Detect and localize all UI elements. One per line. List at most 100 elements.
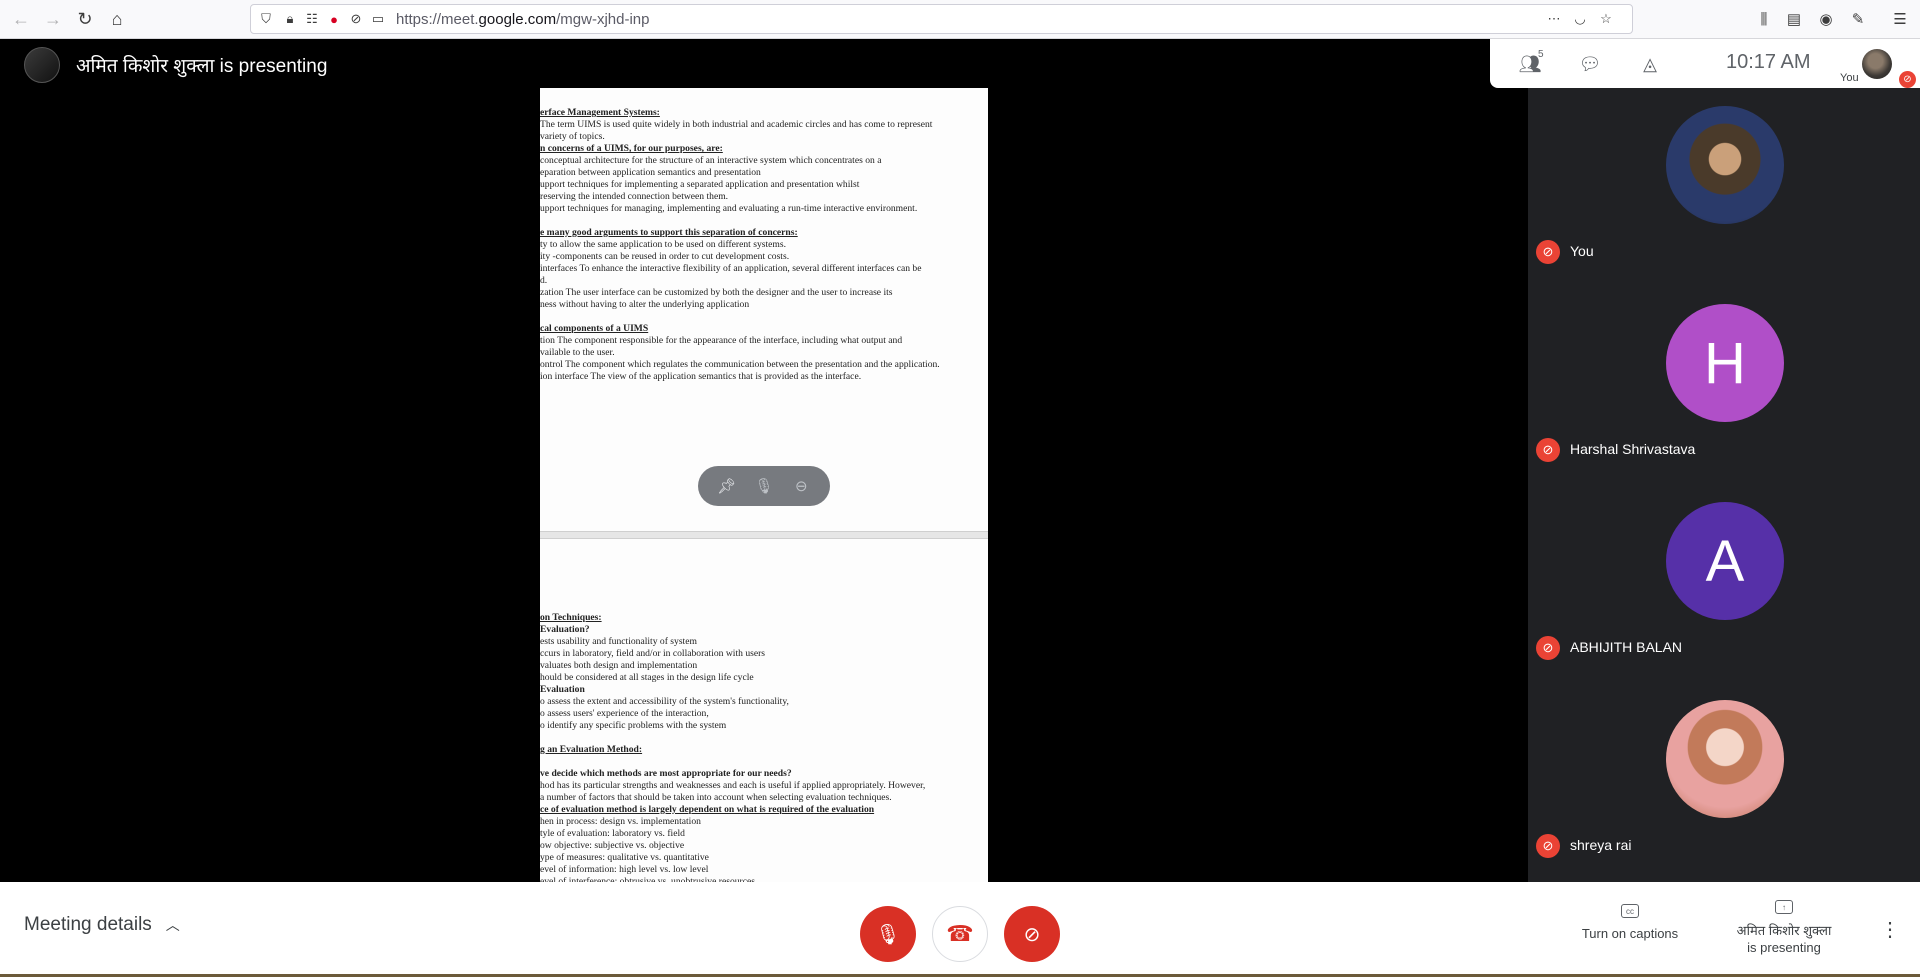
mic-off-icon: ⊘ (1536, 438, 1560, 462)
activities-icon[interactable]: ◬ (1636, 51, 1664, 77)
document-line: ow objective: subjective vs. objective (540, 840, 685, 851)
sidebar-icon[interactable]: ▤ (1782, 7, 1806, 31)
camera-off-icon: ⊘ (1023, 923, 1041, 946)
document-line: upport techniques for managing, implemen… (540, 203, 918, 214)
page-divider (540, 531, 988, 539)
remove-icon[interactable]: ⊖ (788, 473, 814, 499)
forward-icon[interactable]: → (40, 6, 66, 32)
bookmark-star-icon[interactable]: ☆ (1597, 10, 1615, 28)
document-line: o identify any specific problems with th… (540, 720, 727, 731)
shield-icon[interactable]: ⛉ (257, 10, 275, 28)
microphone-toggle-button[interactable]: 🎙︎ (860, 906, 916, 962)
present-label-line1: अमित किशोर शुक्ला (1736, 923, 1832, 938)
page-actions-icon[interactable]: ⋯ (1545, 10, 1563, 28)
microphone-icon[interactable]: ● (325, 10, 343, 28)
extension-icon[interactable]: ✎ (1846, 7, 1870, 31)
mic-off-icon: ⊘ (1899, 71, 1916, 88)
participant-tile[interactable]: ⊘ You (1528, 88, 1920, 286)
home-icon[interactable]: ⌂ (104, 6, 130, 32)
document-line: reserving the intended connection betwee… (540, 191, 729, 202)
document-line: ontrol The component which regulates the… (540, 359, 940, 370)
mic-off-icon: ⊘ (1536, 240, 1560, 264)
mic-off-icon: ⊘ (1536, 834, 1560, 858)
reload-icon[interactable]: ↻ (72, 6, 98, 32)
document-line: ty to allow the same application to be u… (540, 239, 787, 250)
pin-icon[interactable]: 📌︎ (714, 473, 740, 499)
self-view-label: You (1840, 72, 1859, 84)
document-line: e many good arguments to support this se… (540, 227, 798, 238)
document-line: ce of evaluation method is largely depen… (540, 804, 875, 815)
participant-avatar: A (1666, 502, 1784, 620)
url-bar[interactable]: ⛉ 🔒︎ ☷ ● ⊘ ▭ https://meet.google.com/mgw… (250, 4, 1633, 34)
participant-tile[interactable]: H ⊘ Harshal Shrivastava (1528, 286, 1920, 484)
camera-toggle-button[interactable]: ⊘ (1004, 906, 1060, 962)
meeting-details-button[interactable]: Meeting details ︿ (24, 914, 180, 936)
participant-avatar: H (1666, 304, 1784, 422)
document-line: on Techniques: (540, 612, 602, 623)
document-line: n concerns of a UIMS, for our purposes, … (540, 143, 723, 154)
chevron-up-icon: ︿ (165, 917, 180, 933)
notification-icon[interactable]: ▭ (369, 10, 387, 28)
document-line: o assess users' experience of the intera… (540, 708, 709, 719)
document-line: ion interface The view of the applicatio… (540, 371, 862, 382)
present-screen-icon: ↑ (1775, 900, 1793, 914)
document-line: hould be considered at all stages in the… (540, 672, 754, 683)
back-icon[interactable]: ← (8, 6, 34, 32)
pocket-icon[interactable]: ◡ (1571, 10, 1589, 28)
camera-blocked-icon[interactable]: ⊘ (347, 10, 365, 28)
participant-tile[interactable]: A ⊘ ABHIJITH BALAN (1528, 484, 1920, 682)
account-icon[interactable]: ◉ (1814, 7, 1838, 31)
document-line: ve decide which methods are most appropr… (540, 768, 792, 779)
mic-off-icon: ⊘ (1536, 636, 1560, 660)
leave-call-button[interactable]: ☎︎ (932, 906, 988, 962)
document-line: tyle of evaluation: laboratory vs. field (540, 828, 685, 839)
presenter-avatar (24, 47, 60, 83)
document-line: g an Evaluation Method: (540, 744, 643, 755)
document-line: The term UIMS is used quite widely in bo… (540, 119, 933, 130)
document-line: o assess the extent and accessibility of… (540, 696, 789, 707)
more-options-icon[interactable]: ⋮ (1880, 916, 1900, 942)
presenter-title: अमित किशोर शुक्ला is presenting (76, 56, 328, 77)
document-line: interfaces To enhance the interactive fl… (540, 263, 922, 274)
document-line: vailable to the user. (540, 347, 615, 358)
url-text[interactable]: https://meet.google.com/mgw-xjhd-inp (396, 11, 649, 28)
self-view-thumbnail[interactable] (1862, 49, 1892, 79)
present-label-line2: is presenting (1747, 940, 1821, 955)
document-line: hen in process: design vs. implementatio… (540, 816, 701, 827)
people-icon[interactable]: 👥︎ 5 (1516, 49, 1544, 77)
tile-controls: 📌︎ 🎙︎ ⊖ (698, 466, 830, 506)
document-line: hod has its particular strengths and wea… (540, 780, 926, 791)
document-line: Evaluation? (540, 624, 590, 635)
document-line: ness without having to alter the underly… (540, 299, 750, 310)
captions-label: Turn on captions (1581, 926, 1679, 941)
document-line: ccurs in laboratory, field and/or in col… (540, 648, 766, 659)
lock-icon[interactable]: 🔒︎ (281, 10, 299, 28)
participant-tile[interactable]: ⊘ shreya rai (1528, 682, 1920, 880)
people-count: 5 (1538, 49, 1544, 60)
document-line: erface Management Systems: (540, 107, 660, 118)
document-line: ype of measures: qualitative vs. quantit… (540, 852, 709, 863)
document-line: ests usability and functionality of syst… (540, 636, 697, 647)
menu-icon[interactable]: ☰ (1888, 7, 1912, 31)
participant-name: ABHIJITH BALAN (1570, 639, 1683, 655)
meeting-details-label: Meeting details (24, 914, 152, 935)
captions-button[interactable]: cc Turn on captions (1575, 904, 1685, 941)
document-line: eparation between application semantics … (540, 167, 761, 178)
participants-panel: ⊘ You H ⊘ Harshal Shrivastava A ⊘ ABHIJI… (1528, 88, 1920, 882)
chat-icon[interactable]: 💬︎ (1576, 51, 1604, 77)
participant-name: Harshal Shrivastava (1570, 441, 1696, 457)
meet-header: 👥︎ 5 💬︎ ◬ 10:17 AM You ⊘ (1490, 39, 1920, 88)
permissions-icon[interactable]: ☷ (303, 10, 321, 28)
document-line: Evaluation (540, 684, 585, 695)
document-line: upport techniques for implementing a sep… (540, 179, 860, 190)
mute-participant-icon[interactable]: 🎙︎ (751, 473, 777, 499)
clock: 10:17 AM (1726, 51, 1811, 73)
document-line: d. (540, 275, 548, 286)
phone-hangup-icon: ☎︎ (946, 921, 974, 946)
mic-off-icon: 🎙︎ (875, 923, 901, 946)
participant-avatar (1666, 700, 1784, 818)
browser-toolbar: ← → ↻ ⌂ ⛉ 🔒︎ ☷ ● ⊘ ▭ https://meet.google… (0, 0, 1920, 39)
present-now-button[interactable]: ↑ अमित किशोर शुक्ला is presenting (1732, 900, 1836, 956)
bottom-bar: Meeting details ︿ 🎙︎ ☎︎ ⊘ cc Turn on cap… (0, 882, 1920, 977)
library-icon[interactable]: ⫼ (1752, 7, 1776, 31)
